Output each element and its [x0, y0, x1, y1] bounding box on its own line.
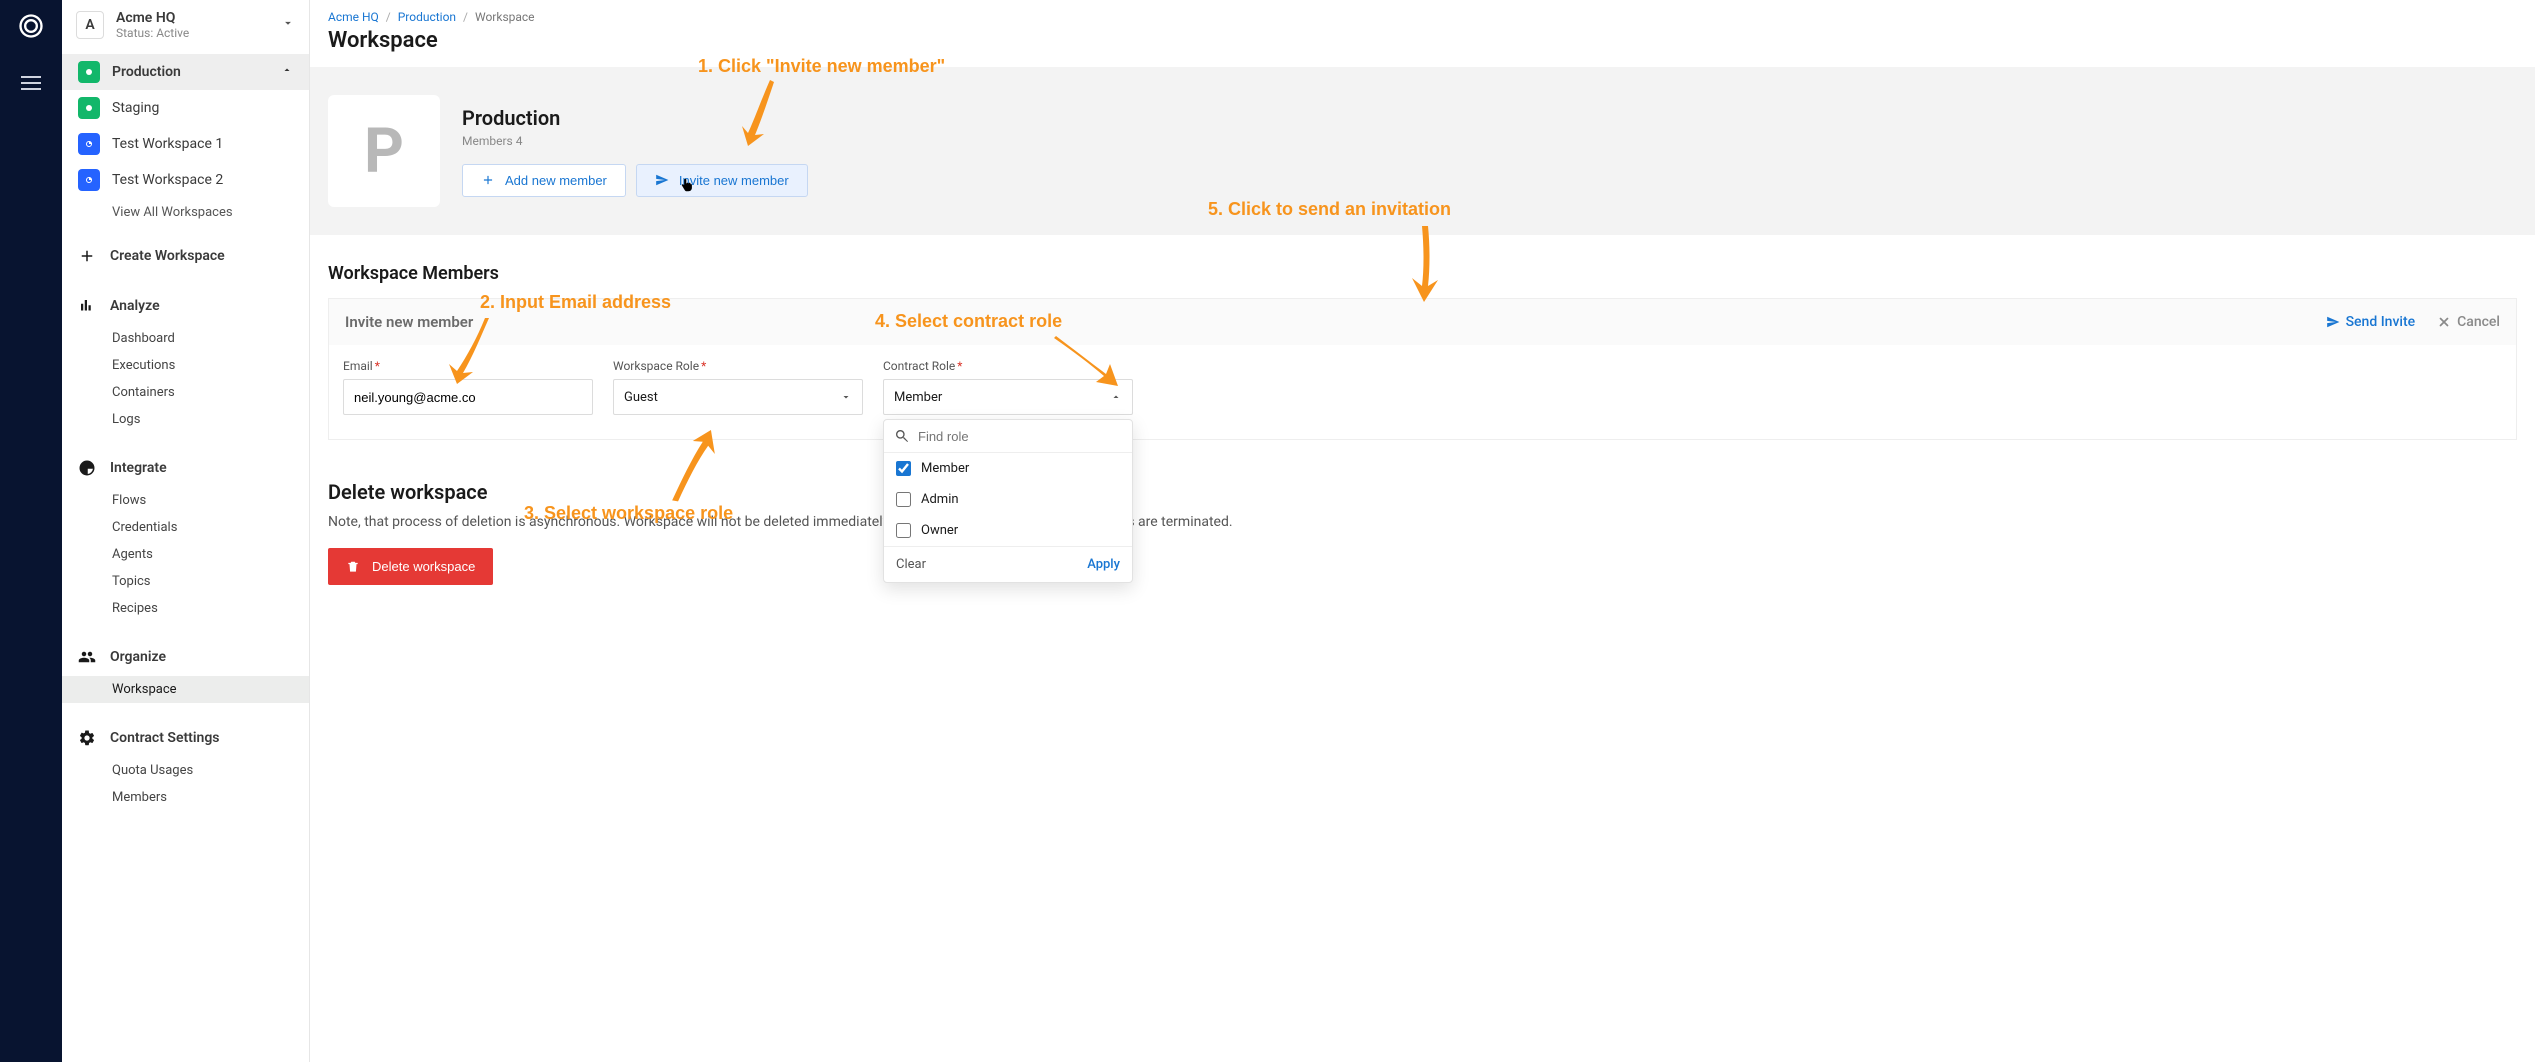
sidebar-item-label: View All Workspaces	[112, 205, 233, 220]
contract-role-select[interactable]: Member	[883, 379, 1133, 415]
workspace-avatar: P	[328, 95, 440, 207]
sidebar-item-label: Production	[112, 64, 181, 80]
send-invite-label: Send Invite	[2346, 314, 2416, 330]
workspace-role-select[interactable]: Guest	[613, 379, 863, 415]
app-logo-icon	[17, 12, 45, 44]
section-label: Contract Settings	[110, 730, 220, 746]
crumb-workspace[interactable]: Production	[398, 10, 456, 24]
create-workspace-button[interactable]: Create Workspace	[62, 239, 309, 273]
sidebar-item-label: Test Workspace 2	[112, 172, 223, 188]
add-member-label: Add new member	[505, 173, 607, 188]
add-member-button[interactable]: Add new member	[462, 164, 626, 197]
nav-recipes[interactable]: Recipes	[62, 595, 309, 622]
nav-flows[interactable]: Flows	[62, 487, 309, 514]
workspace-name: Production	[462, 106, 808, 130]
role-checkbox[interactable]	[896, 523, 911, 538]
invite-member-label: Invite new member	[679, 173, 789, 188]
invite-panel-title: Invite new member	[345, 313, 473, 331]
role-option-label: Owner	[921, 523, 958, 538]
contract-role-label: Contract Role	[883, 359, 955, 373]
role-option-label: Member	[921, 461, 969, 476]
nav-logs[interactable]: Logs	[62, 406, 309, 433]
org-selector[interactable]: A Acme HQ Status: Active	[62, 0, 309, 50]
workspace-card: P Production Members 4 Add new member In…	[310, 67, 2535, 235]
role-option-member[interactable]: Member	[884, 453, 1132, 484]
contract-role-dropdown: Member Admin Owner Clear Apply	[883, 419, 1133, 583]
sidebar-item-staging[interactable]: Staging	[62, 90, 309, 126]
nav-topics[interactable]: Topics	[62, 568, 309, 595]
role-checkbox[interactable]	[896, 461, 911, 476]
cancel-invite-button[interactable]: Cancel	[2437, 314, 2500, 330]
nav-dashboard[interactable]: Dashboard	[62, 325, 309, 352]
workspace-icon	[78, 169, 100, 191]
section-contract[interactable]: Contract Settings	[62, 721, 309, 755]
page-title: Workspace	[310, 28, 2535, 67]
sidebar-view-all[interactable]: View All Workspaces	[62, 198, 309, 227]
org-avatar: A	[76, 11, 104, 39]
delete-heading: Delete workspace	[328, 480, 2517, 504]
workspace-icon	[78, 133, 100, 155]
dropdown-apply-button[interactable]: Apply	[1087, 557, 1120, 572]
delete-workspace-section: Delete workspace Note, that process of d…	[310, 440, 2535, 615]
role-option-admin[interactable]: Admin	[884, 484, 1132, 515]
workspace-icon	[78, 97, 100, 119]
create-workspace-label: Create Workspace	[110, 248, 225, 264]
org-status: Status: Active	[116, 26, 189, 40]
workspace-list: Production Staging Test Workspace 1 Test…	[62, 50, 309, 231]
role-option-label: Admin	[921, 492, 959, 507]
nav-quota[interactable]: Quota Usages	[62, 757, 309, 784]
ws-role-value: Guest	[624, 390, 658, 405]
section-analyze[interactable]: Analyze	[62, 289, 309, 323]
sidebar: A Acme HQ Status: Active Production Stag…	[62, 0, 310, 1062]
nav-members[interactable]: Members	[62, 784, 309, 811]
breadcrumb: Acme HQ / Production / Workspace	[310, 0, 2535, 28]
menu-toggle-icon[interactable]	[21, 72, 41, 94]
dropdown-clear-button[interactable]: Clear	[896, 557, 926, 572]
caret-up-icon	[1110, 391, 1122, 403]
search-icon	[894, 428, 910, 444]
role-checkbox[interactable]	[896, 492, 911, 507]
sidebar-item-test2[interactable]: Test Workspace 2	[62, 162, 309, 198]
role-option-owner[interactable]: Owner	[884, 515, 1132, 546]
email-label: Email	[343, 359, 373, 373]
cancel-invite-label: Cancel	[2457, 314, 2500, 330]
section-integrate[interactable]: Integrate	[62, 451, 309, 485]
nav-containers[interactable]: Containers	[62, 379, 309, 406]
email-field[interactable]	[343, 379, 593, 415]
section-label: Integrate	[110, 460, 167, 476]
section-organize[interactable]: Organize	[62, 640, 309, 674]
left-rail	[0, 0, 62, 1062]
delete-note: Note, that process of deletion is asynch…	[328, 514, 2517, 530]
members-heading: Workspace Members	[310, 235, 2535, 298]
section-label: Organize	[110, 649, 166, 665]
trash-icon	[346, 560, 360, 574]
nav-workspace[interactable]: Workspace	[62, 676, 309, 703]
sidebar-item-production[interactable]: Production	[62, 54, 309, 90]
workspace-member-count: Members 4	[462, 134, 808, 148]
main-content: Acme HQ / Production / Workspace Workspa…	[310, 0, 2535, 1062]
delete-workspace-button[interactable]: Delete workspace	[328, 548, 493, 585]
contract-role-value: Member	[894, 390, 942, 405]
sidebar-item-label: Test Workspace 1	[112, 136, 223, 152]
sidebar-item-label: Staging	[112, 100, 159, 116]
workspace-icon	[78, 61, 100, 83]
invite-panel: Invite new member Send Invite Cancel Ema…	[328, 298, 2517, 440]
invite-member-button[interactable]: Invite new member	[636, 164, 808, 197]
nav-agents[interactable]: Agents	[62, 541, 309, 568]
chevron-down-icon	[281, 16, 295, 34]
sidebar-item-test1[interactable]: Test Workspace 1	[62, 126, 309, 162]
org-name: Acme HQ	[116, 10, 189, 26]
ws-role-label: Workspace Role	[613, 359, 699, 373]
role-search-input[interactable]	[918, 429, 1122, 444]
chevron-up-icon	[281, 64, 293, 80]
crumb-page: Workspace	[475, 10, 535, 24]
send-invite-button[interactable]: Send Invite	[2326, 314, 2416, 330]
crumb-org[interactable]: Acme HQ	[328, 10, 379, 24]
section-label: Analyze	[110, 298, 160, 314]
delete-button-label: Delete workspace	[372, 559, 475, 574]
caret-down-icon	[840, 391, 852, 403]
nav-executions[interactable]: Executions	[62, 352, 309, 379]
nav-credentials[interactable]: Credentials	[62, 514, 309, 541]
